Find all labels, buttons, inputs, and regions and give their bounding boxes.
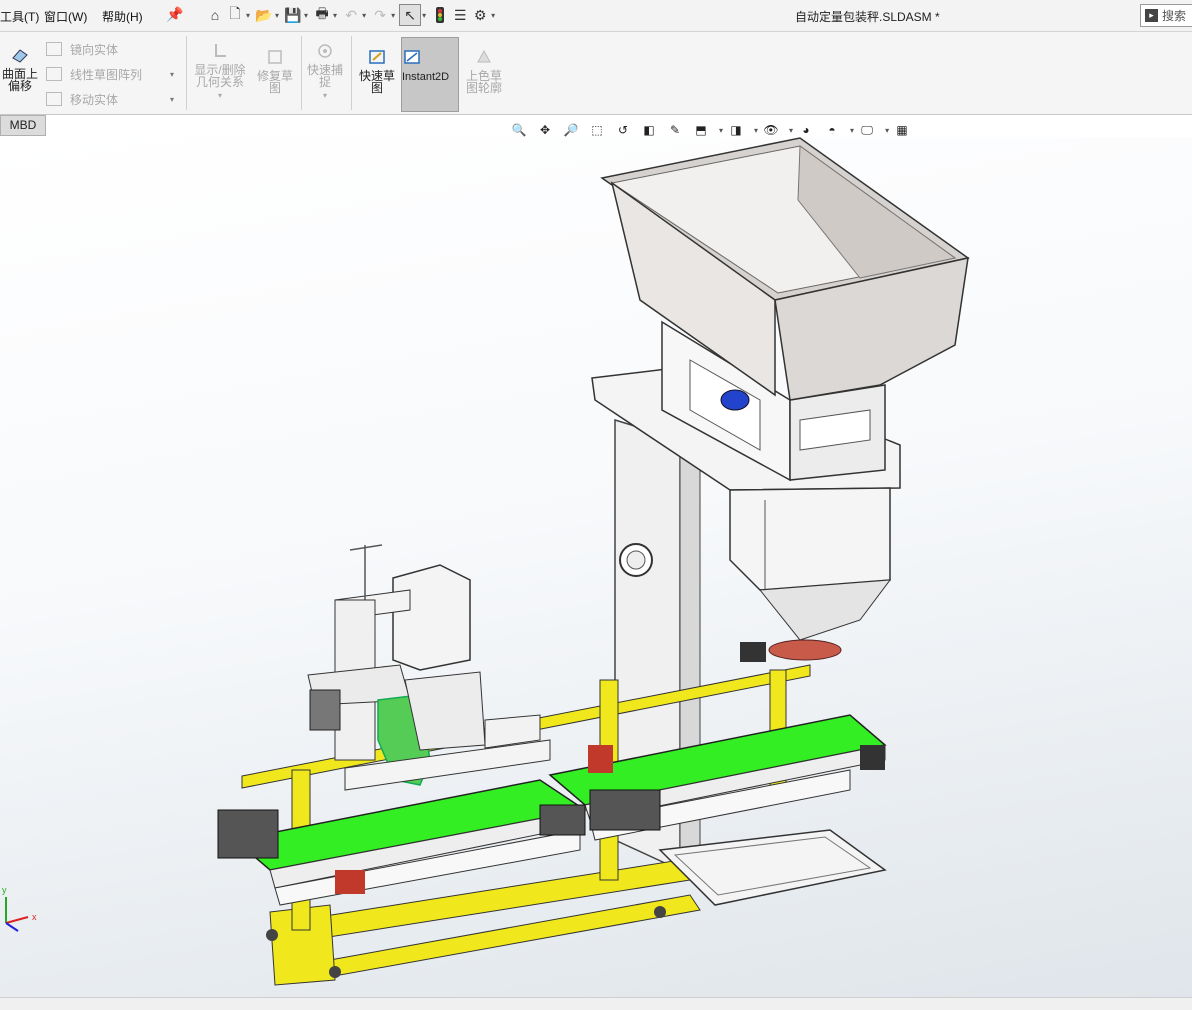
menu-tools[interactable]: 工具(T) [0,8,39,25]
save-icon[interactable]: 💾 [283,5,303,25]
heads-up-view-toolbar: 🔍 ✥ 🔎 ⬚ ↺ ◧ ✎ ⬒ ▾ ◨ ▾ 👁 ▾ ◕ ◓ ▾ 🖵 ▾ ▦ [510,120,919,140]
redo-icon[interactable]: ↷ [370,5,390,25]
scene-dropdown-icon[interactable]: ▾ [850,126,854,135]
display-delete-relations-button[interactable]: 显示/删除几何关系 ▾ [191,42,249,102]
pan-icon[interactable]: ✥ [536,122,554,138]
new-document-icon[interactable]: 🗋 [225,5,245,25]
search-icon[interactable]: ▸ [1145,9,1158,22]
zoom-to-fit-icon[interactable]: 🔍 [510,122,528,138]
ribbon-separator [351,36,352,110]
open-dropdown-icon[interactable]: ▾ [275,11,279,20]
menu-help[interactable]: 帮助(H) [102,8,143,25]
dynamic-annotation-icon[interactable]: ✎ [666,122,684,138]
assembly-model[interactable] [0,137,1192,997]
print-icon[interactable]: 🖶 [312,5,332,25]
shaded-sketch-contours-button[interactable]: 上色草图轮廓 [462,48,506,94]
rapid-sketch-button[interactable]: 快速草图 [355,48,399,94]
file-properties-icon[interactable]: ☰ [450,5,470,25]
view-orientation-icon[interactable]: ⬒ [692,122,710,138]
select-arrow-icon[interactable]: ↖ [399,4,422,26]
move-entities-dropdown-icon[interactable]: ▾ [170,95,174,104]
sewing-unit[interactable] [307,544,551,791]
open-folder-icon[interactable]: 📂 [254,5,274,25]
view-settings-dropdown-icon[interactable]: ▾ [885,126,889,135]
display-delete-relations-label: 显示/删除几何关系 [194,63,246,89]
quick-snaps-button[interactable]: 快速捕捉 ▾ [304,42,346,102]
linear-pattern-dropdown-icon[interactable]: ▾ [170,70,174,79]
move-entities-button[interactable]: 移动实体 ▾ [46,90,174,108]
title-bar: 工具(T) 窗口(W) 帮助(H) 📌 ⌂ 🗋 ▾ 📂 ▾ 💾 ▾ 🖶 ▾ ↶ ▾ ↷ ▾ … [0,0,1192,32]
apply-scene-icon[interactable]: ◓ [823,122,841,138]
shaded-sketch-contours-label: 上色草图轮廓 [465,69,502,95]
redo-dropdown-icon[interactable]: ▾ [391,11,395,20]
feed-hopper[interactable] [600,137,970,401]
home-icon[interactable]: ⌂ [205,5,225,25]
linear-pattern-icon [46,67,62,81]
status-bar [0,997,1192,1010]
options-dropdown-icon[interactable]: ▾ [491,11,495,20]
quick-snaps-icon [318,44,332,58]
document-title: 自动定量包装秤.SLDASM * [795,10,940,24]
save-dropdown-icon[interactable]: ▾ [304,11,308,20]
undo-icon[interactable]: ↶ [341,5,361,25]
repair-sketch-button[interactable]: 修复草图 [254,48,296,94]
shaded-contours-icon [477,49,491,63]
offset-on-surface-button[interactable]: 曲面上偏移 [0,46,40,92]
rebuild-traffic-light-icon[interactable] [430,5,450,25]
view-settings-icon[interactable]: 🖵 [858,122,876,138]
relations-dropdown-icon[interactable]: ▾ [218,91,222,100]
ribbon-separator [186,36,187,110]
repair-sketch-icon [268,50,282,64]
graphics-viewport[interactable]: 🔍 ✥ 🔎 ⬚ ↺ ◧ ✎ ⬒ ▾ ◨ ▾ 👁 ▾ ◕ ◓ ▾ 🖵 ▾ ▦ y x [0,123,1192,997]
hide-show-items-icon[interactable]: 👁 [762,122,780,138]
quick-snaps-label: 快速捕捉 [306,63,343,89]
linear-pattern-label: 线性草图阵列 [70,67,143,82]
move-entities-icon [46,92,62,106]
rapid-sketch-icon [369,50,385,64]
undo-dropdown-icon[interactable]: ▾ [362,11,366,20]
command-manager-ribbon: 曲面上偏移 镜向实体 线性草图阵列 ▾ 移动实体 ▾ 显示/删除几何关系 ▾ 修… [0,32,1192,115]
mirror-entities-button[interactable]: 镜向实体 [46,40,118,58]
quick-access-toolbar: ⌂ 🗋 ▾ 📂 ▾ 💾 ▾ 🖶 ▾ ↶ ▾ ↷ ▾ ↖ ▾ ☰ ⚙ ▾ [205,4,499,26]
pin-icon[interactable]: 📌 [166,6,183,23]
menu-window[interactable]: 窗口(W) [44,8,87,25]
zoom-area-icon[interactable]: 🔎 [562,122,580,138]
relations-icon [215,44,226,57]
quick-snaps-dropdown-icon[interactable]: ▾ [323,91,327,100]
zoom-selection-icon[interactable]: ⬚ [588,122,606,138]
offset-on-surface-label: 曲面上偏移 [1,67,38,93]
section-view-icon[interactable]: ◧ [640,122,658,138]
mirror-icon [46,42,62,56]
display-style-dropdown-icon[interactable]: ▾ [754,126,758,135]
display-style-icon[interactable]: ◨ [727,122,745,138]
move-entities-label: 移动实体 [70,92,119,107]
options-gear-icon[interactable]: ⚙ [470,5,490,25]
rapid-sketch-label: 快速草图 [358,69,395,95]
select-dropdown-icon[interactable]: ▾ [422,11,426,20]
instant2d-label: Instant2D [402,71,450,83]
print-dropdown-icon[interactable]: ▾ [333,11,337,20]
instant2d-icon [404,50,420,64]
instant2d-button[interactable]: Instant2D [401,37,459,112]
edit-appearance-icon[interactable]: ◕ [797,122,815,138]
triad-y-label: y [2,885,7,895]
repair-sketch-label: 修复草图 [256,69,293,95]
hide-show-dropdown-icon[interactable]: ▾ [789,126,793,135]
offset-surface-icon [12,49,28,63]
previous-view-icon[interactable]: ↺ [614,122,632,138]
view-orientation-dropdown-icon[interactable]: ▾ [719,126,723,135]
new-dropdown-icon[interactable]: ▾ [246,11,250,20]
linear-pattern-button[interactable]: 线性草图阵列 ▾ [46,65,174,83]
ribbon-separator [301,36,302,110]
triad-x-label: x [32,912,37,922]
search-input[interactable]: 搜索 [1162,7,1186,24]
tab-mbd[interactable]: MBD [0,115,46,136]
search-box[interactable]: ▸ 搜索 [1140,4,1192,27]
mirror-entities-label: 镜向实体 [70,42,119,57]
view-palette-icon[interactable]: ▦ [893,122,911,138]
